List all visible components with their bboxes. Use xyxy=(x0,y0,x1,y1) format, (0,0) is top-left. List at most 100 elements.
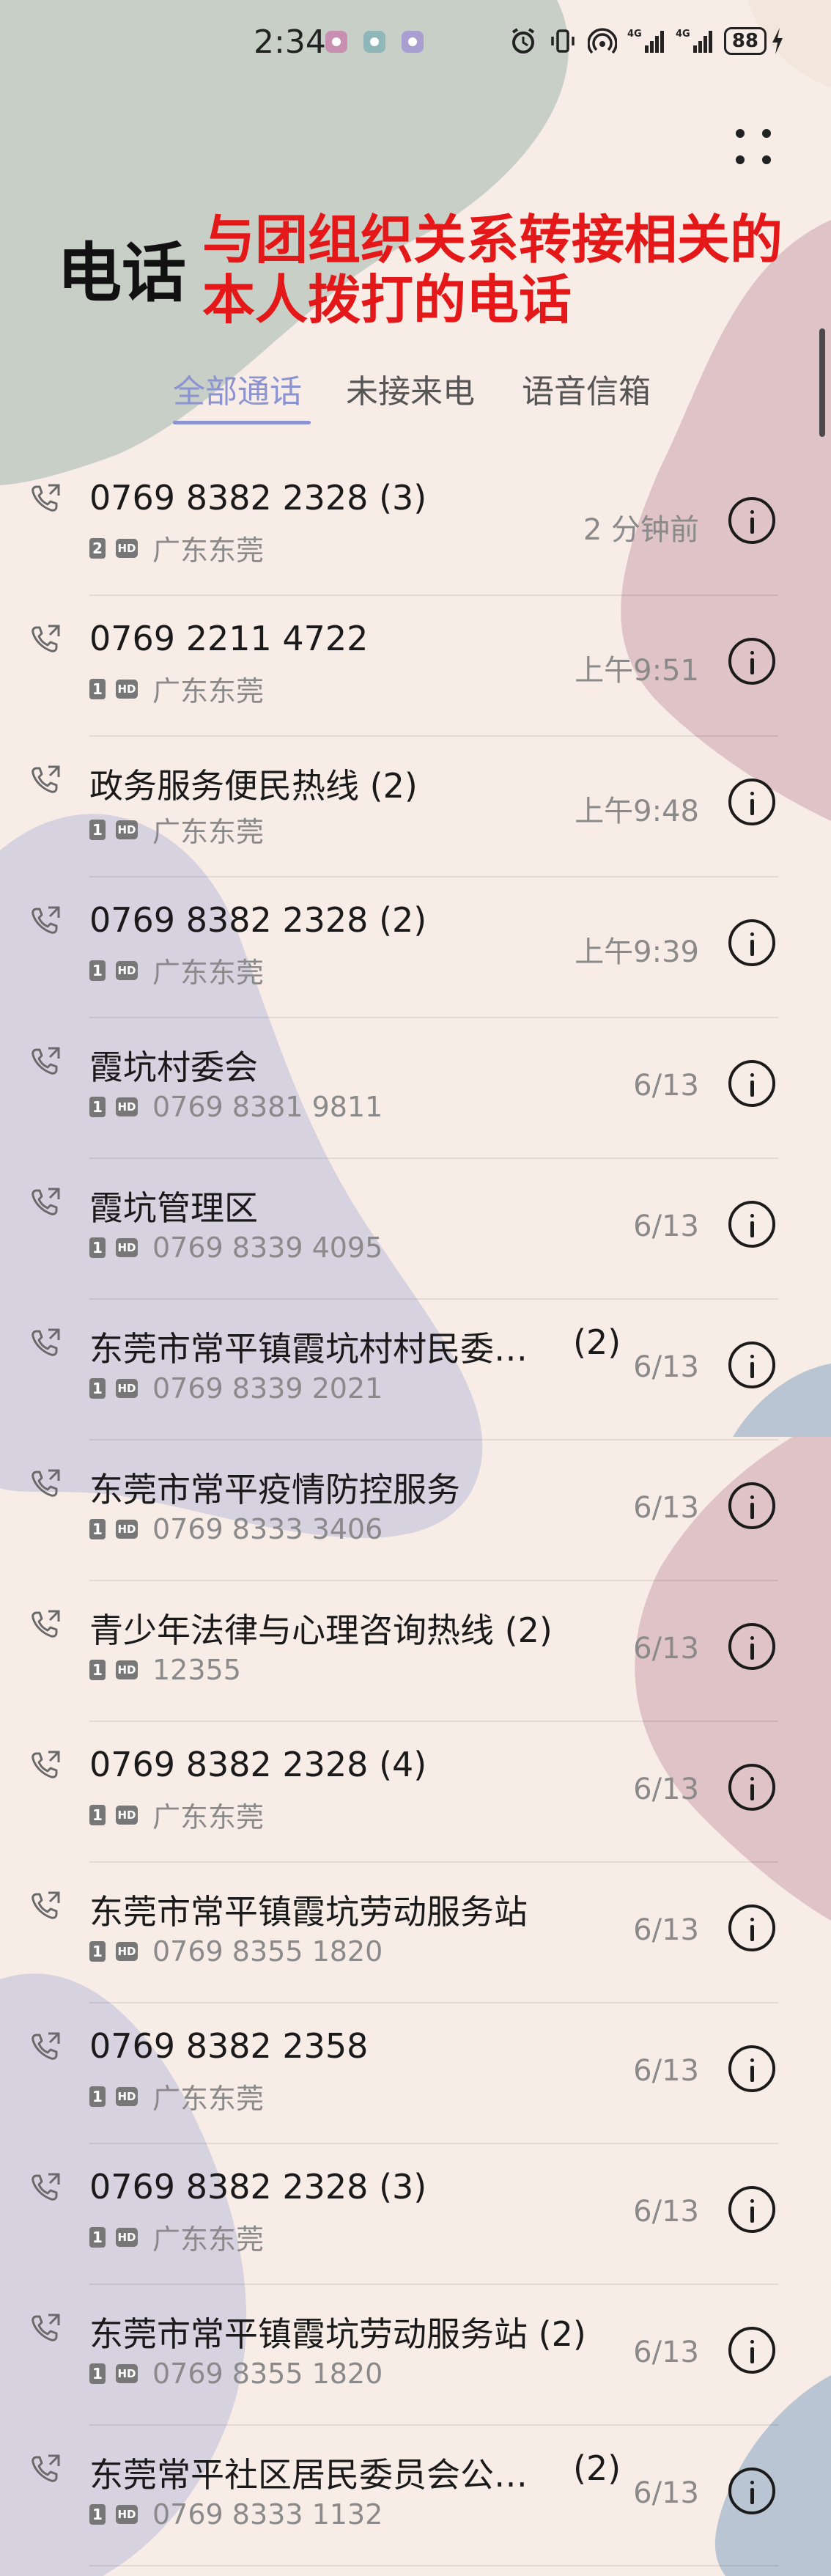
call-count: (2) xyxy=(573,1322,621,1362)
outgoing-call-icon xyxy=(32,1047,60,1075)
info-icon[interactable] xyxy=(728,2045,775,2092)
call-log-row[interactable]: 东莞市常平疫情防控服务 1 HD 0769 8333 3406 6/13 xyxy=(0,1440,831,1581)
svg-text:4G: 4G xyxy=(676,29,690,40)
info-icon[interactable] xyxy=(728,779,775,825)
call-detail: 0769 8333 1132 xyxy=(152,2498,383,2531)
call-subline: 1 HD 0769 8339 4095 xyxy=(89,1232,383,1264)
page-title: 电话 xyxy=(57,235,187,311)
outgoing-call-icon xyxy=(32,625,60,652)
info-icon[interactable] xyxy=(728,2327,775,2374)
app-notification-icon xyxy=(325,31,347,53)
call-name: 0769 8382 2328 (2) xyxy=(89,900,427,940)
call-log-row[interactable]: 0769 8382 2328 (4) 1 HD 广东东莞 6/13 xyxy=(0,1721,831,1863)
call-time: 6/13 xyxy=(633,2195,699,2229)
signal-4g-icon: 4G xyxy=(676,29,712,53)
call-log-row[interactable]: 0769 8382 2328 (3) 2 HD 广东东莞 2 分钟前 xyxy=(0,455,831,596)
vibrate-icon xyxy=(551,29,575,53)
call-time: 6/13 xyxy=(633,1350,699,1384)
call-detail: 广东东莞 xyxy=(152,675,265,707)
call-time: 上午9:51 xyxy=(575,654,699,688)
info-icon[interactable] xyxy=(728,1201,775,1248)
call-detail: 广东东莞 xyxy=(152,2083,265,2115)
dot-icon xyxy=(762,129,771,138)
info-icon[interactable] xyxy=(728,1482,775,1529)
info-icon[interactable] xyxy=(728,497,775,544)
status-time: 2:34 xyxy=(254,23,326,61)
tab-voicemail[interactable]: 语音信箱 xyxy=(522,365,651,412)
outgoing-call-icon xyxy=(32,2032,60,2060)
outgoing-call-icon xyxy=(32,2314,60,2341)
call-detail: 12355 xyxy=(152,1654,241,1686)
sim-badge: 1 xyxy=(89,1097,106,1117)
scrollbar[interactable] xyxy=(819,328,825,437)
call-log-row[interactable]: 东莞常平社区居民委员会公… (2) 1 HD 0769 8333 1132 6/13 xyxy=(0,2425,831,2566)
call-log-row[interactable]: 0769 8382 2358 1 HD 广东东莞 6/13 xyxy=(0,2003,831,2144)
dot-icon xyxy=(736,129,745,138)
call-name: 东莞市常平镇霞坑劳动服务站 (2) xyxy=(89,2314,586,2354)
sim-badge: 1 xyxy=(89,2086,106,2107)
info-icon[interactable] xyxy=(728,1764,775,1811)
info-icon[interactable] xyxy=(728,1342,775,1388)
charging-icon xyxy=(772,28,783,54)
status-bar: 2:34 4G 4G 88 xyxy=(0,0,831,91)
call-log-row[interactable]: 0769 8382 2328 (3) 1 HD 广东东莞 6/13 xyxy=(0,2143,831,2285)
annotation-line: 与团组织关系转接相关的 xyxy=(202,209,783,271)
call-log-row[interactable]: 东莞市常平镇霞坑村村民委… (2) 1 HD 0769 8339 2021 6/13 xyxy=(0,1299,831,1440)
info-icon[interactable] xyxy=(728,1060,775,1107)
sim-badge: 1 xyxy=(89,1519,106,1539)
battery-indicator: 88 xyxy=(723,27,784,55)
hd-icon: HD xyxy=(116,820,138,839)
call-time: 2 分钟前 xyxy=(583,513,699,547)
hd-icon: HD xyxy=(116,960,138,980)
call-name: 东莞常平社区居民委员会公… xyxy=(89,2455,528,2495)
call-subline: 1 HD 0769 8381 9811 xyxy=(89,1091,383,1123)
hd-icon: HD xyxy=(116,2364,138,2383)
info-icon[interactable] xyxy=(728,2186,775,2233)
sim-badge: 1 xyxy=(89,1237,106,1258)
call-name: 东莞市常平镇霞坑村村民委… xyxy=(89,1329,528,1369)
outgoing-call-icon xyxy=(32,1891,60,1919)
call-log-row[interactable]: 青少年法律与心理咨询热线 (2) 1 HD 12355 6/13 xyxy=(0,1580,831,1722)
call-name: 0769 8382 2358 xyxy=(89,2026,369,2066)
dot-icon xyxy=(736,155,745,164)
call-log-row[interactable]: 东莞市常平镇霞坑劳动服务站 1 HD 0769 8355 1820 6/13 xyxy=(0,1862,831,2003)
call-name: 霞坑村委会 xyxy=(89,1048,258,1087)
call-log-row[interactable]: 政务服务便民热线 (2) 1 HD 广东东莞 上午9:48 xyxy=(0,736,831,877)
outgoing-call-icon xyxy=(32,1610,60,1638)
call-detail: 0769 8381 9811 xyxy=(152,1091,383,1123)
sim-badge: 1 xyxy=(89,2504,106,2525)
call-time: 上午9:39 xyxy=(575,935,699,969)
hd-icon: HD xyxy=(116,1097,138,1116)
info-icon[interactable] xyxy=(728,1623,775,1670)
tab-all-calls[interactable]: 全部通话 xyxy=(173,365,302,412)
hd-icon: HD xyxy=(116,538,138,558)
info-icon[interactable] xyxy=(728,1905,775,1951)
sim-badge: 1 xyxy=(89,1378,106,1399)
info-icon[interactable] xyxy=(728,2468,775,2514)
call-time: 6/13 xyxy=(633,1210,699,1243)
call-detail: 广东东莞 xyxy=(152,1801,265,1833)
active-tab-indicator xyxy=(173,421,311,424)
call-subline: 1 HD 广东东莞 xyxy=(89,2076,264,2116)
info-icon[interactable] xyxy=(728,919,775,966)
call-log-row[interactable]: 0769 2211 4722 1 HD 广东东莞 上午9:51 xyxy=(0,595,831,737)
tab-missed-calls[interactable]: 未接来电 xyxy=(346,365,475,412)
hd-icon: HD xyxy=(116,2086,138,2106)
call-name: 0769 2211 4722 xyxy=(89,619,369,658)
call-log-row[interactable]: 东莞市常平镇霞坑劳动服务站 (2) 1 HD 0769 8355 1820 6/13 xyxy=(0,2284,831,2426)
sim-badge: 1 xyxy=(89,819,106,840)
call-time: 上午9:48 xyxy=(575,795,699,828)
call-subline: 2 HD 广东东莞 xyxy=(89,528,264,568)
call-subline: 1 HD 0769 8339 2021 xyxy=(89,1372,383,1405)
call-log-row[interactable]: 霞坑村委会 1 HD 0769 8381 9811 6/13 xyxy=(0,1017,831,1159)
outgoing-call-icon xyxy=(32,906,60,934)
info-icon[interactable] xyxy=(728,638,775,685)
call-log-row[interactable]: 霞坑管理区 1 HD 0769 8339 4095 6/13 xyxy=(0,1158,831,1300)
call-log-row[interactable]: 0769 8382 2328 (2) 1 HD 广东东莞 上午9:39 xyxy=(0,877,831,1018)
hd-icon: HD xyxy=(116,679,138,699)
outgoing-call-icon xyxy=(32,1328,60,1356)
call-name: 0769 8382 2328 (3) xyxy=(89,478,427,518)
outgoing-call-icon xyxy=(32,1751,60,1778)
more-options-button[interactable] xyxy=(724,117,783,176)
system-icons: 4G 4G 88 xyxy=(509,26,784,56)
